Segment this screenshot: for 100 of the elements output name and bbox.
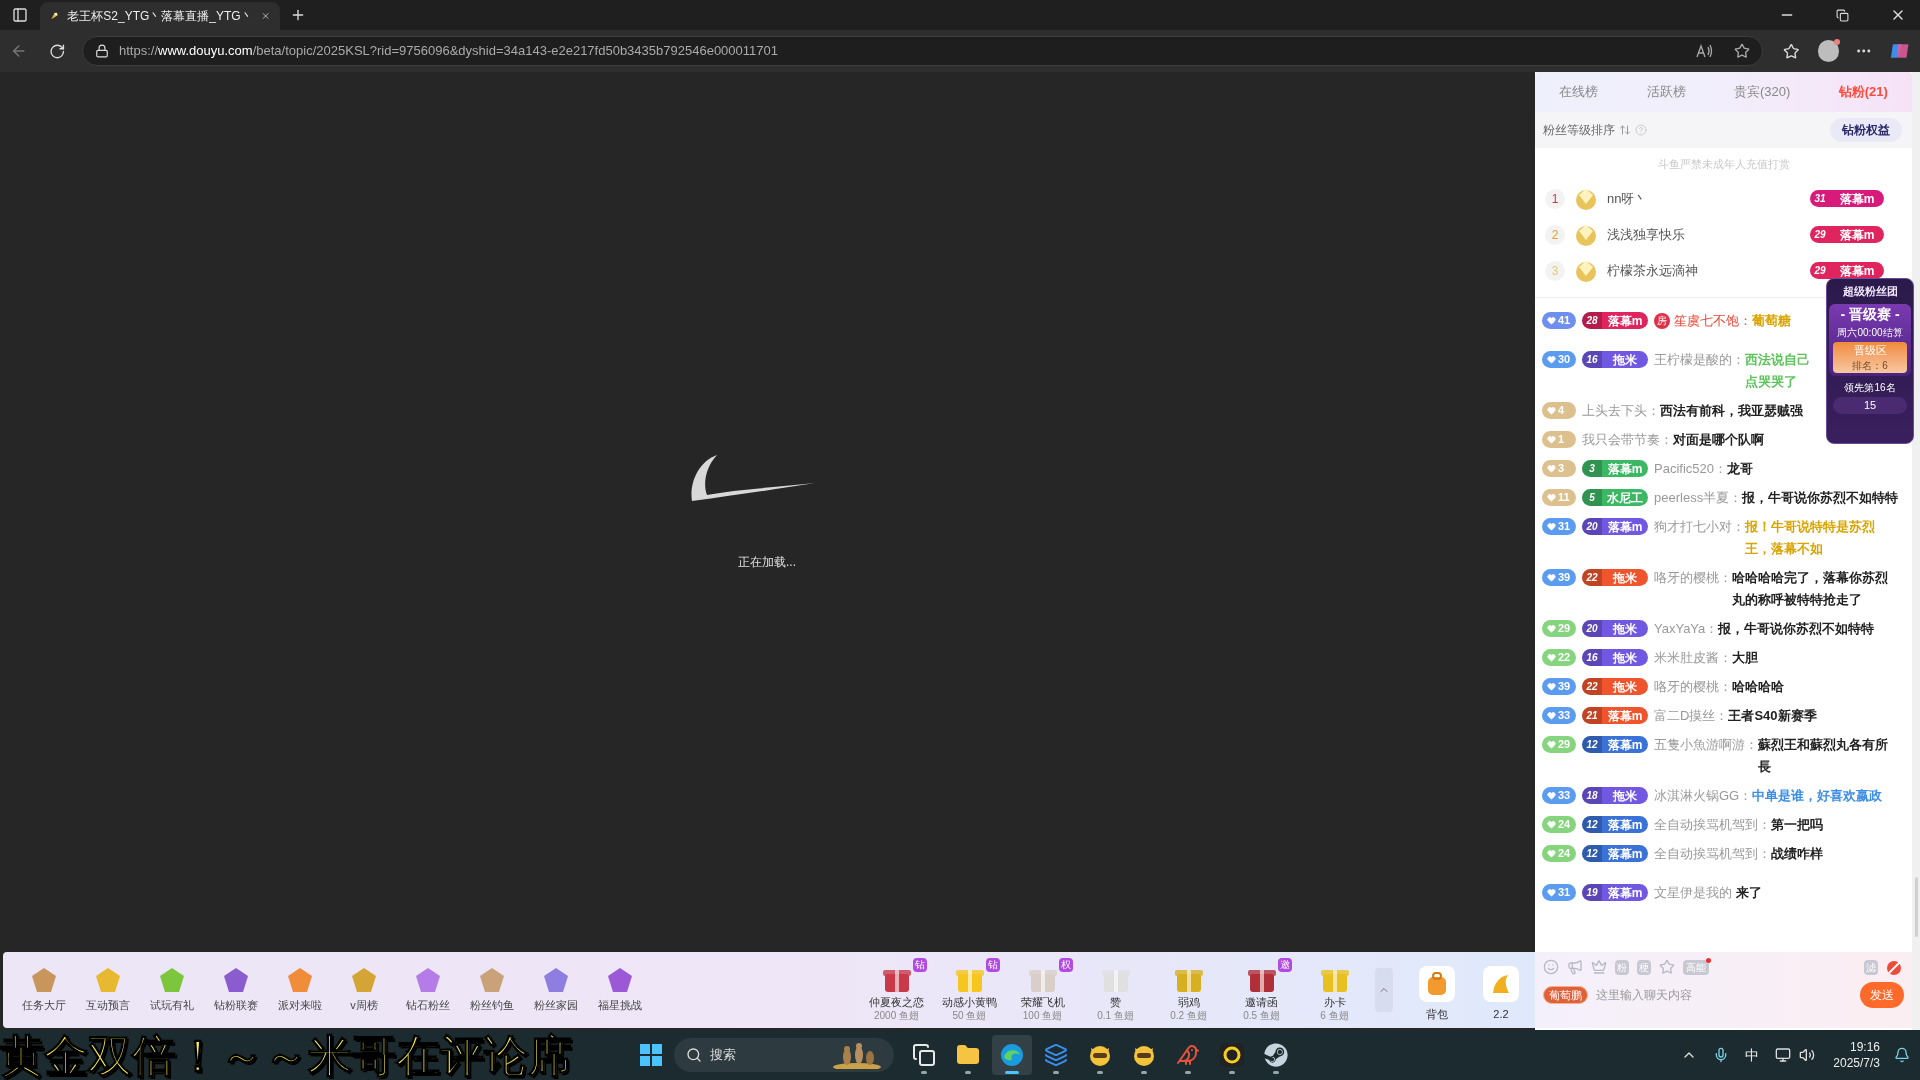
heart-icon [1547, 791, 1556, 800]
chat-message: 第一把吗 [1771, 815, 1823, 834]
backpack-icon [1426, 971, 1448, 996]
heart-icon [1547, 653, 1556, 662]
chat-input[interactable]: 这里输入聊天内容 [1596, 986, 1852, 1004]
activity-item[interactable]: 任务大厅 [13, 966, 75, 1014]
badge-name: 拖米 [1612, 353, 1638, 366]
restore-icon[interactable] [1836, 8, 1849, 22]
activity-item[interactable]: 粉丝家园 [525, 966, 587, 1014]
heart-icon [1547, 355, 1556, 364]
chat-message: 龙哥 [1727, 459, 1753, 478]
windows-start-icon[interactable] [640, 1044, 662, 1066]
bird-icon[interactable] [1176, 1043, 1200, 1067]
gift-price: 50 鱼翅 [952, 1010, 987, 1023]
gift-item[interactable]: 办卡 6 鱼翅 [1298, 957, 1371, 1023]
clock[interactable]: 19:16 2025/7/3 [1833, 1039, 1880, 1071]
fan-level-number: 29 [1558, 739, 1571, 750]
lead-count: 15 [1833, 397, 1907, 414]
badge-name: 拖米 [1612, 571, 1638, 584]
badge-level: 12 [1582, 736, 1602, 753]
zone-label: 晋级区 [1853, 342, 1887, 358]
refresh-icon[interactable] [49, 42, 66, 60]
activity-item[interactable]: v周榜 [333, 966, 395, 1014]
activity-item[interactable]: 钻粉联赛 [205, 966, 267, 1014]
chat-message: 战绩咋样 [1771, 844, 1823, 863]
caption-overlay: 黄金双倍！～～米哥在评论席 [0, 1034, 572, 1078]
network-icon[interactable] [1775, 1047, 1792, 1063]
balance-button[interactable]: 2.2 [1473, 965, 1529, 1023]
badge-level: 22 [1582, 569, 1602, 586]
chat-message: 西法说自己点哭哭了 [1745, 350, 1811, 391]
steam-icon[interactable] [1264, 1043, 1288, 1067]
gift-item[interactable]: 弱鸡 0.2 鱼翅 [1152, 957, 1225, 1023]
badge-name: 落幕m [1606, 738, 1644, 751]
chat-message: 报！牛哥说特特是苏烈王，落幕不如 [1745, 517, 1876, 558]
browser-tab[interactable]: 老王杯S2_YTG丶落幕直播_YTG丶 [40, 2, 280, 30]
badge-name: 落幕m [1606, 818, 1644, 831]
gift-item[interactable]: 钻 仲夏夜之恋 2000 鱼翅 [860, 957, 933, 1023]
badge-name: 落幕m [1606, 886, 1644, 899]
favorite-icon[interactable] [1734, 43, 1751, 59]
search-icon [686, 1047, 702, 1063]
activity-item[interactable]: 钻石粉丝 [397, 966, 459, 1014]
browser-icon[interactable] [1000, 1043, 1024, 1067]
mascot-icon[interactable] [1088, 1043, 1112, 1067]
badge-name: 落幕m [1838, 262, 1876, 279]
activity-item[interactable]: 福星挑战 [589, 966, 651, 1014]
gift-item[interactable]: 赞 0.1 鱼翅 [1079, 957, 1152, 1023]
layers-icon[interactable] [1044, 1043, 1068, 1067]
volume-icon[interactable] [1799, 1047, 1816, 1063]
ring-icon[interactable] [1220, 1043, 1244, 1067]
profile-avatar[interactable] [1817, 40, 1840, 62]
gift-tag: 权 [1059, 957, 1073, 972]
notification-icon[interactable] [1894, 1047, 1910, 1063]
chat-message: 西法有前科，我亚瑟贼强 [1660, 401, 1803, 420]
badge-level: 3 [1582, 460, 1602, 477]
fan-level-number: 33 [1558, 790, 1571, 801]
star-icon[interactable] [1659, 959, 1675, 975]
backpack-button[interactable]: 背包 [1409, 965, 1465, 1023]
badge-level: 12 [1582, 816, 1602, 833]
badge-level: 22 [1582, 678, 1602, 695]
gift-name: 赞 [1110, 994, 1121, 1010]
badge-name: 落幕m [1838, 190, 1876, 207]
badge-level: 16 [1582, 649, 1602, 666]
gift-item[interactable]: 邀 邀请函 0.5 鱼翅 [1225, 957, 1298, 1023]
address-field[interactable]: https://www.douyu.com/beta/topic/2025KSL?rid=9756096&dyshid=34a143-e2e217fd50b3435b792546e000011701 [82, 36, 1764, 66]
folder-icon[interactable] [956, 1043, 980, 1067]
activity-item[interactable]: 派对来啦 [269, 966, 331, 1014]
taskbar-search[interactable]: 搜索 [674, 1038, 894, 1072]
mascot-icon[interactable] [1132, 1043, 1156, 1067]
ime-indicator[interactable]: 中 [1745, 1044, 1760, 1066]
badge-level: 19 [1582, 884, 1602, 901]
gift-name: 仲夏夜之恋 [869, 994, 924, 1010]
room-badge: 房 [1654, 312, 1670, 329]
heart-icon [1547, 682, 1556, 691]
fin-icon [1490, 972, 1512, 995]
activity-item[interactable]: 试玩有礼 [141, 966, 203, 1014]
tab-actions-icon[interactable] [12, 7, 28, 23]
benefits-button[interactable]: 钻粉权益 [1830, 118, 1902, 142]
block-icon[interactable] [1886, 958, 1904, 976]
gift-name: 邀请函 [1245, 994, 1278, 1010]
gift-price: 6 鱼翅 [1320, 1010, 1349, 1023]
fan-level-number: 41 [1558, 315, 1571, 326]
gift-tag: 邀 [1278, 957, 1292, 972]
super-fan-widget[interactable]: 超级粉丝团 - 晋级赛 - 周六00:00结算 晋级区 排名：6 领先第16名 15 [1826, 278, 1914, 444]
sort-icon[interactable] [1619, 124, 1631, 136]
badge-name: 水尼工 [1606, 491, 1644, 504]
task-view-icon[interactable] [912, 1043, 936, 1067]
activity-item[interactable]: 互动预言 [77, 966, 139, 1014]
heart-icon [1547, 435, 1556, 444]
gift-item[interactable]: 权 荣耀飞机 100 鱼翅 [1006, 957, 1079, 1023]
activity-item[interactable]: 粉丝钓鱼 [461, 966, 523, 1014]
favorites-icon[interactable] [1783, 42, 1800, 60]
gift-item[interactable]: 钻 动感小黄鸭 50 鱼翅 [933, 957, 1006, 1023]
tab-title: 老王杯S2_YTG丶落幕直播_YTG丶 [67, 8, 253, 25]
badge-level: 29 [1813, 228, 1827, 242]
new-tab-icon[interactable] [290, 7, 306, 23]
lead-text: 领先第16名 [1844, 381, 1896, 395]
chat-user[interactable]: 笙虞七不饱： [1674, 309, 1752, 332]
read-aloud-icon[interactable] [1696, 43, 1715, 59]
badge-name: 落幕m [1606, 462, 1644, 475]
fan-level-number: 24 [1558, 848, 1571, 859]
